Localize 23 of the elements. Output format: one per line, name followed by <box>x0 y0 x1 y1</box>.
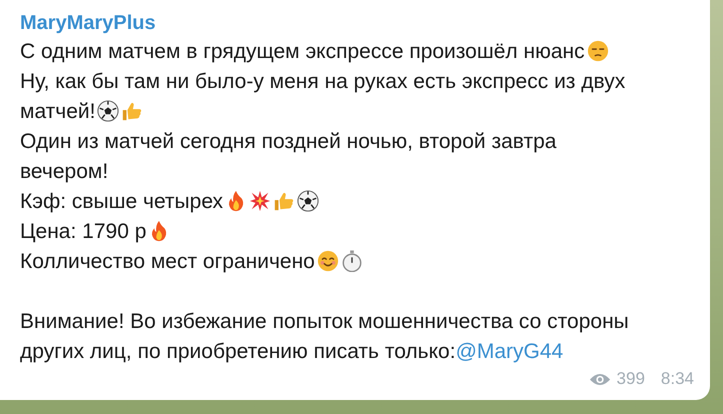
stopwatch-icon <box>340 250 363 272</box>
message-time: 8:34 <box>660 369 694 389</box>
message-text: Один из матчей сегодня поздней ночью, второй завтра <box>20 130 556 153</box>
message-text: Колличество мест ограничено <box>20 250 315 273</box>
warning-text: других лиц, по приобретению писать только: <box>20 340 456 363</box>
message-text: Ну, как бы там ни было-у меня на руках есть экспресс из двух <box>20 70 626 93</box>
soccer-ball-icon <box>297 190 320 212</box>
message-text: вечером! <box>20 160 108 183</box>
author-name[interactable]: MaryMaryPlus <box>20 9 698 37</box>
eye-icon <box>588 372 611 386</box>
view-count: 399 <box>616 369 645 389</box>
message-text: С одним матчем в грядущем экспрессе произошёл нюанс <box>20 40 585 63</box>
explosion-icon <box>249 190 272 212</box>
message-text: Цена: 1790 р <box>20 220 146 243</box>
warning-text: Внимание! Во избежание попыток мошенничества со стороны <box>20 310 629 333</box>
unamused-face-icon <box>586 40 609 62</box>
thumbs-up-icon <box>121 100 144 122</box>
smiling-face-icon <box>316 250 339 272</box>
soccer-ball-icon <box>97 100 120 122</box>
username-link[interactable]: @MaryG44 <box>456 340 564 363</box>
message-text: матчей! <box>20 100 96 123</box>
message-text: Кэф: свыше четырех <box>20 190 224 213</box>
thumbs-up-icon <box>273 190 296 212</box>
